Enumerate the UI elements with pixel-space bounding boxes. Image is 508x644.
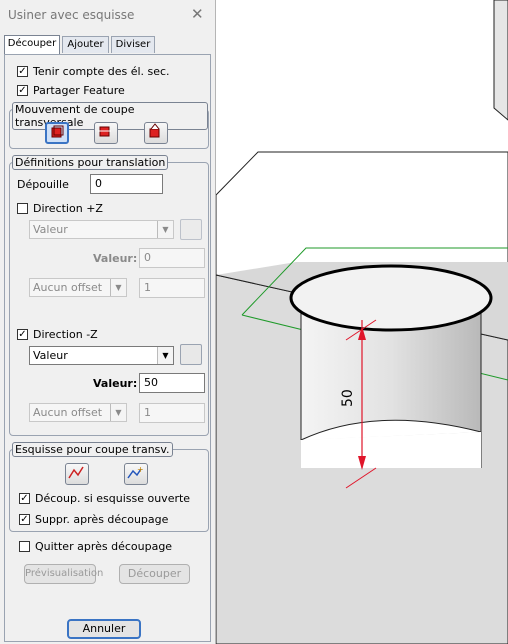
partager-checkbox[interactable]: ✓	[17, 85, 28, 96]
offset-minus-input[interactable]: 1	[139, 403, 205, 423]
svg-text:+: +	[137, 465, 144, 474]
direction-plus-label: Direction +Z	[33, 202, 103, 215]
sketch-select-icon[interactable]	[65, 463, 89, 485]
direction-minus-checkbox[interactable]: ✓	[17, 329, 28, 340]
dimension-label: 50	[340, 389, 356, 407]
tab-ajouter[interactable]: Ajouter	[62, 36, 109, 53]
direction-minus-label: Direction -Z	[33, 328, 98, 341]
sketch-add-icon[interactable]: +	[124, 463, 148, 485]
direction-plus-select-value: Valeur	[33, 223, 68, 236]
suppr-apres-checkbox[interactable]: ✓	[19, 514, 30, 525]
esquisse-title: Esquisse pour coupe transv.	[12, 442, 173, 457]
annuler-button[interactable]: Annuler	[67, 619, 141, 639]
offset-minus-select[interactable]: Aucun offset ▼	[29, 403, 127, 422]
chevron-down-icon: ▼	[110, 404, 126, 421]
chevron-down-icon: ▼	[157, 347, 173, 364]
cut-forward-icon[interactable]	[45, 122, 69, 144]
tenir-compte-label: Tenir compte des él. sec.	[33, 65, 170, 78]
depouille-label: Dépouille	[17, 178, 69, 191]
chevron-down-icon: ▼	[157, 221, 173, 238]
offset-plus-select[interactable]: Aucun offset ▼	[29, 278, 127, 297]
3d-viewport[interactable]: 50	[216, 0, 508, 644]
direction-plus-checkbox[interactable]	[17, 203, 28, 214]
calculator-icon[interactable]	[180, 219, 202, 240]
direction-minus-select-value: Valeur	[33, 349, 68, 362]
offset-minus-select-value: Aucun offset	[33, 406, 103, 419]
tab-decouper[interactable]: Découper	[4, 35, 60, 54]
direction-minus-select[interactable]: Valeur ▼	[29, 346, 174, 365]
partager-label: Partager Feature	[33, 84, 125, 97]
valeur-minus-input[interactable]: 50	[139, 373, 205, 393]
cut-reverse-icon[interactable]	[144, 122, 168, 144]
decoup-ouverte-checkbox[interactable]: ✓	[19, 493, 30, 504]
quitter-checkbox[interactable]	[19, 541, 30, 552]
tenir-compte-checkbox[interactable]: ✓	[17, 66, 28, 77]
tab-diviser[interactable]: Diviser	[111, 36, 155, 53]
calculator-icon[interactable]	[180, 344, 202, 365]
valeur-plus-input[interactable]: 0	[139, 248, 205, 268]
suppr-apres-label: Suppr. après découpage	[35, 513, 169, 526]
chevron-down-icon: ▼	[110, 279, 126, 296]
translation-title: Définitions pour translation	[12, 155, 169, 170]
depouille-input[interactable]: 0	[90, 174, 163, 194]
direction-plus-select[interactable]: Valeur ▼	[29, 220, 174, 239]
offset-plus-input[interactable]: 1	[139, 278, 205, 298]
preview-button[interactable]: Prévisualisation	[24, 564, 103, 584]
close-icon[interactable]: ✕	[191, 5, 204, 23]
hole-edge	[289, 264, 493, 332]
valeur-minus-label: Valeur:	[93, 377, 138, 390]
dialog-title: Usiner avec esquisse	[8, 8, 135, 22]
valeur-plus-label: Valeur:	[93, 252, 138, 265]
decouper-button[interactable]: Découper	[119, 564, 190, 584]
machining-dialog: Usiner avec esquisse ✕ Découper Ajouter …	[0, 0, 216, 644]
cut-both-icon[interactable]	[94, 122, 118, 144]
back-box-face	[493, 0, 508, 121]
part-drawing: 50	[216, 0, 508, 644]
quitter-label: Quitter après découpage	[35, 540, 173, 553]
offset-plus-select-value: Aucun offset	[33, 281, 103, 294]
decoup-ouverte-label: Découp. si esquisse ouverte	[35, 492, 191, 505]
